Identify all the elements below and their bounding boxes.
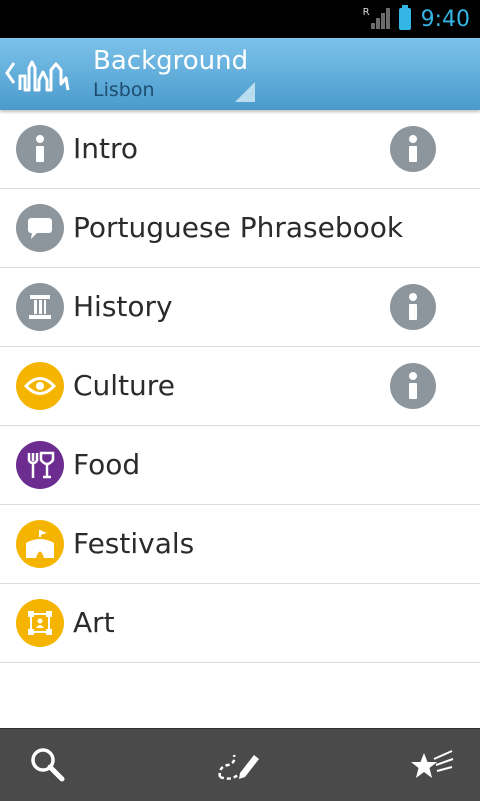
eye-icon [16,362,64,410]
status-icons: R 9:40 [363,0,470,38]
info-button-icon[interactable] [390,363,436,409]
clock: 9:40 [420,6,470,32]
search-button[interactable] [8,729,88,801]
list-item-label: Art [73,606,115,639]
list-item-festivals[interactable]: Festivals [0,505,480,584]
app-logo-icon[interactable] [18,58,70,92]
list-item-label: History [73,290,173,323]
roaming-indicator: R [362,7,370,18]
picture-frame-icon [16,599,64,647]
search-icon [31,748,65,782]
list-item-history[interactable]: History [0,268,480,347]
route-planner-button[interactable] [200,729,280,801]
speech-bubble-icon [16,204,64,252]
location-subtitle[interactable]: Lisbon [93,79,155,101]
dropdown-triangle-icon[interactable] [235,82,255,102]
signal-icon: R [362,7,390,31]
list-item-phrasebook[interactable]: Portuguese Phrasebook [0,189,480,268]
list-item-label: Culture [73,369,175,402]
info-button-icon[interactable] [390,284,436,330]
list-item-food[interactable]: Food [0,426,480,505]
list-item-label: Festivals [73,527,195,560]
list-item-label: Food [73,448,141,481]
list-item-intro[interactable]: Intro [0,110,480,189]
stars-icon [411,750,454,778]
tent-icon [16,520,64,568]
bottom-toolbar [0,728,480,801]
page-title[interactable]: Background [93,46,248,76]
favorites-button[interactable] [392,729,472,801]
back-chevron-icon[interactable] [4,60,16,86]
section-list: Intro Portuguese Phrasebook History Cult… [0,110,480,663]
fork-wine-icon [16,441,64,489]
list-item-culture[interactable]: Culture [0,347,480,426]
battery-icon [398,5,411,30]
status-bar: R 9:40 [0,0,480,38]
info-button-icon[interactable] [390,126,436,172]
info-icon [16,125,64,173]
route-pencil-icon [218,754,259,780]
column-icon [16,283,64,331]
list-item-label: Intro [73,132,139,165]
list-item-label: Portuguese Phrasebook [73,211,404,244]
list-item-art[interactable]: Art [0,584,480,663]
